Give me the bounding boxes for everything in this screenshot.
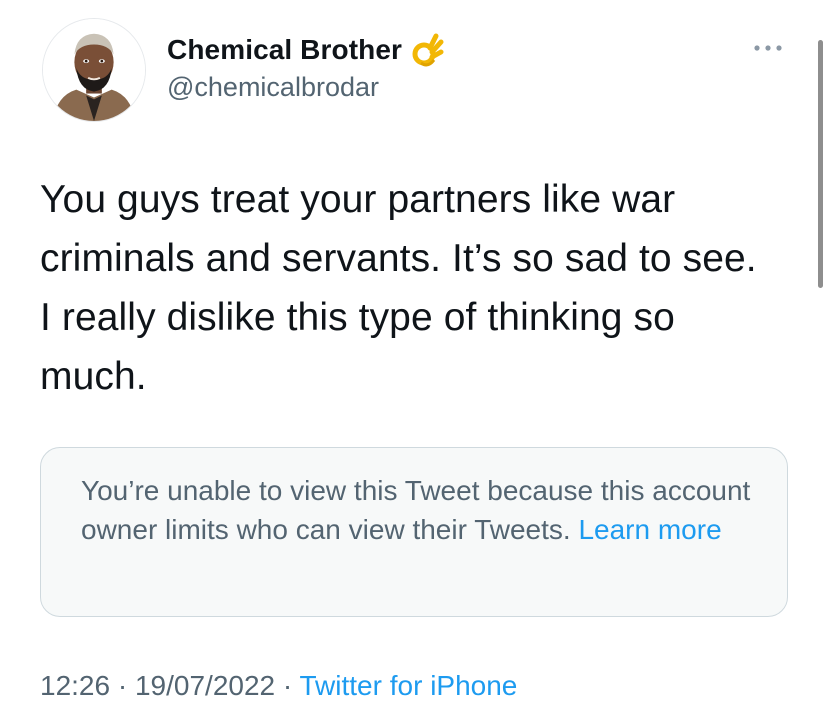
tweet-time[interactable]: 12:26 bbox=[40, 670, 110, 701]
more-dots-icon bbox=[754, 45, 782, 51]
cartoon-avatar-icon bbox=[43, 19, 145, 121]
author-name-row: Chemical Brother bbox=[167, 30, 446, 70]
author-handle[interactable]: @chemicalbrodar bbox=[167, 72, 379, 103]
author-display-name[interactable]: Chemical Brother bbox=[167, 34, 402, 66]
tweet-date[interactable]: 19/07/2022 bbox=[135, 670, 275, 701]
tweet-metadata: 12:26 · 19/07/2022 · Twitter for iPhone bbox=[40, 668, 517, 704]
unavailable-notice: You’re unable to view this Tweet because… bbox=[81, 471, 751, 549]
learn-more-link[interactable]: Learn more bbox=[578, 514, 721, 545]
more-options-button[interactable] bbox=[748, 36, 788, 60]
meta-separator: · bbox=[275, 670, 300, 701]
unavailable-tweet-card: You’re unable to view this Tweet because… bbox=[40, 447, 788, 617]
tweet-container: Chemical Brother @chemicalbrodar You guy… bbox=[0, 0, 829, 716]
tweet-source-link[interactable]: Twitter for iPhone bbox=[300, 670, 518, 701]
scrollbar[interactable] bbox=[818, 40, 823, 288]
avatar[interactable] bbox=[42, 18, 146, 122]
ok-hand-emoji-icon bbox=[410, 30, 446, 70]
meta-separator: · bbox=[110, 670, 135, 701]
tweet-text: You guys treat your partners like war cr… bbox=[40, 178, 757, 398]
